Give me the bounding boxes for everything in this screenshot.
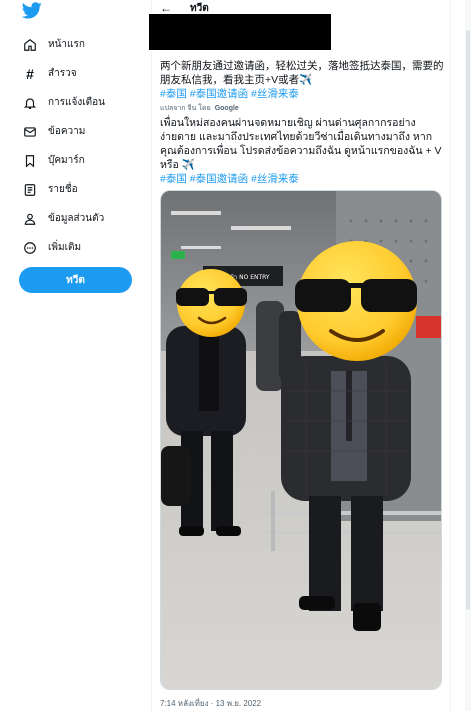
sidebar: หน้าแรก # สำรวจ การแจ้งเตือน ข้อความ บุ๊… (0, 0, 150, 711)
sidebar-item-label: รายชื่อ (48, 184, 78, 195)
sidebar-item-label: ข้อความ (48, 126, 86, 137)
sidebar-item-label: การแจ้งเตือน (48, 97, 105, 108)
redacted-author-block (149, 14, 331, 50)
tweet-button[interactable]: ทวีต (19, 267, 132, 293)
google-logo: Google (214, 105, 239, 112)
sidebar-item-label: ข้อมูลส่วนตัว (48, 213, 105, 224)
sidebar-item-lists[interactable]: รายชื่อ (22, 175, 105, 204)
tweet-timestamp[interactable]: 7:14 หลังเที่ยง · 13 พ.ย. 2022 (160, 697, 261, 710)
column-divider (151, 0, 152, 711)
tweet-body: 两个新朋友通过邀请函，轻松过关，落地签抵达泰国，需要的朋友私信我，看我主页+V或… (160, 59, 445, 186)
sidebar-item-messages[interactable]: ข้อความ (22, 117, 105, 146)
sidebar-item-more[interactable]: เพิ่มเติม (22, 233, 105, 262)
tweet-translated-text: เพื่อนใหม่สองคนผ่านจดหมายเชิญ ผ่านด่านศุ… (160, 117, 442, 171)
sidebar-item-notifications[interactable]: การแจ้งเตือน (22, 88, 105, 117)
tweet-photo[interactable]: ห้ามเข้า NO ENTRY (160, 190, 442, 690)
translated-by-label: แปลจาก จีน โดย (160, 105, 211, 112)
sidebar-item-explore[interactable]: # สำรวจ (22, 59, 105, 88)
sidebar-item-label: หน้าแรก (48, 39, 85, 50)
profile-icon (22, 211, 38, 227)
sidebar-item-profile[interactable]: ข้อมูลส่วนตัว (22, 204, 105, 233)
twitter-bird-icon[interactable] (22, 2, 42, 19)
scrollbar-thumb[interactable] (466, 30, 470, 610)
translation-attribution: แปลจาก จีน โดย Google (160, 103, 445, 114)
sidebar-item-label: เพิ่มเติม (48, 242, 82, 253)
home-icon (22, 37, 38, 53)
tweet-translated-hashtags[interactable]: #泰国 #泰国邀请函 #丝滑来泰 (160, 172, 445, 186)
list-icon (22, 182, 38, 198)
sidebar-item-label: สำรวจ (48, 68, 77, 79)
bookmark-icon (22, 153, 38, 169)
sidebar-item-label: บุ๊คมาร์ก (48, 155, 85, 166)
envelope-icon (22, 124, 38, 140)
hashtag-icon: # (26, 65, 34, 82)
tweet-original-text: 两个新朋友通过邀请函，轻松过关，落地签抵达泰国，需要的朋友私信我，看我主页+V或… (160, 60, 444, 86)
more-icon (22, 240, 38, 256)
back-arrow-icon[interactable]: ← (160, 1, 176, 15)
bell-icon (22, 95, 38, 111)
column-divider-right (450, 0, 451, 711)
sidebar-item-home[interactable]: หน้าแรก (22, 30, 105, 59)
primary-nav: หน้าแรก # สำรวจ การแจ้งเตือน ข้อความ บุ๊… (22, 30, 105, 262)
sidebar-item-bookmarks[interactable]: บุ๊คมาร์ก (22, 146, 105, 175)
tweet-hashtags[interactable]: #泰国 #泰国邀请函 #丝滑来泰 (160, 87, 445, 101)
